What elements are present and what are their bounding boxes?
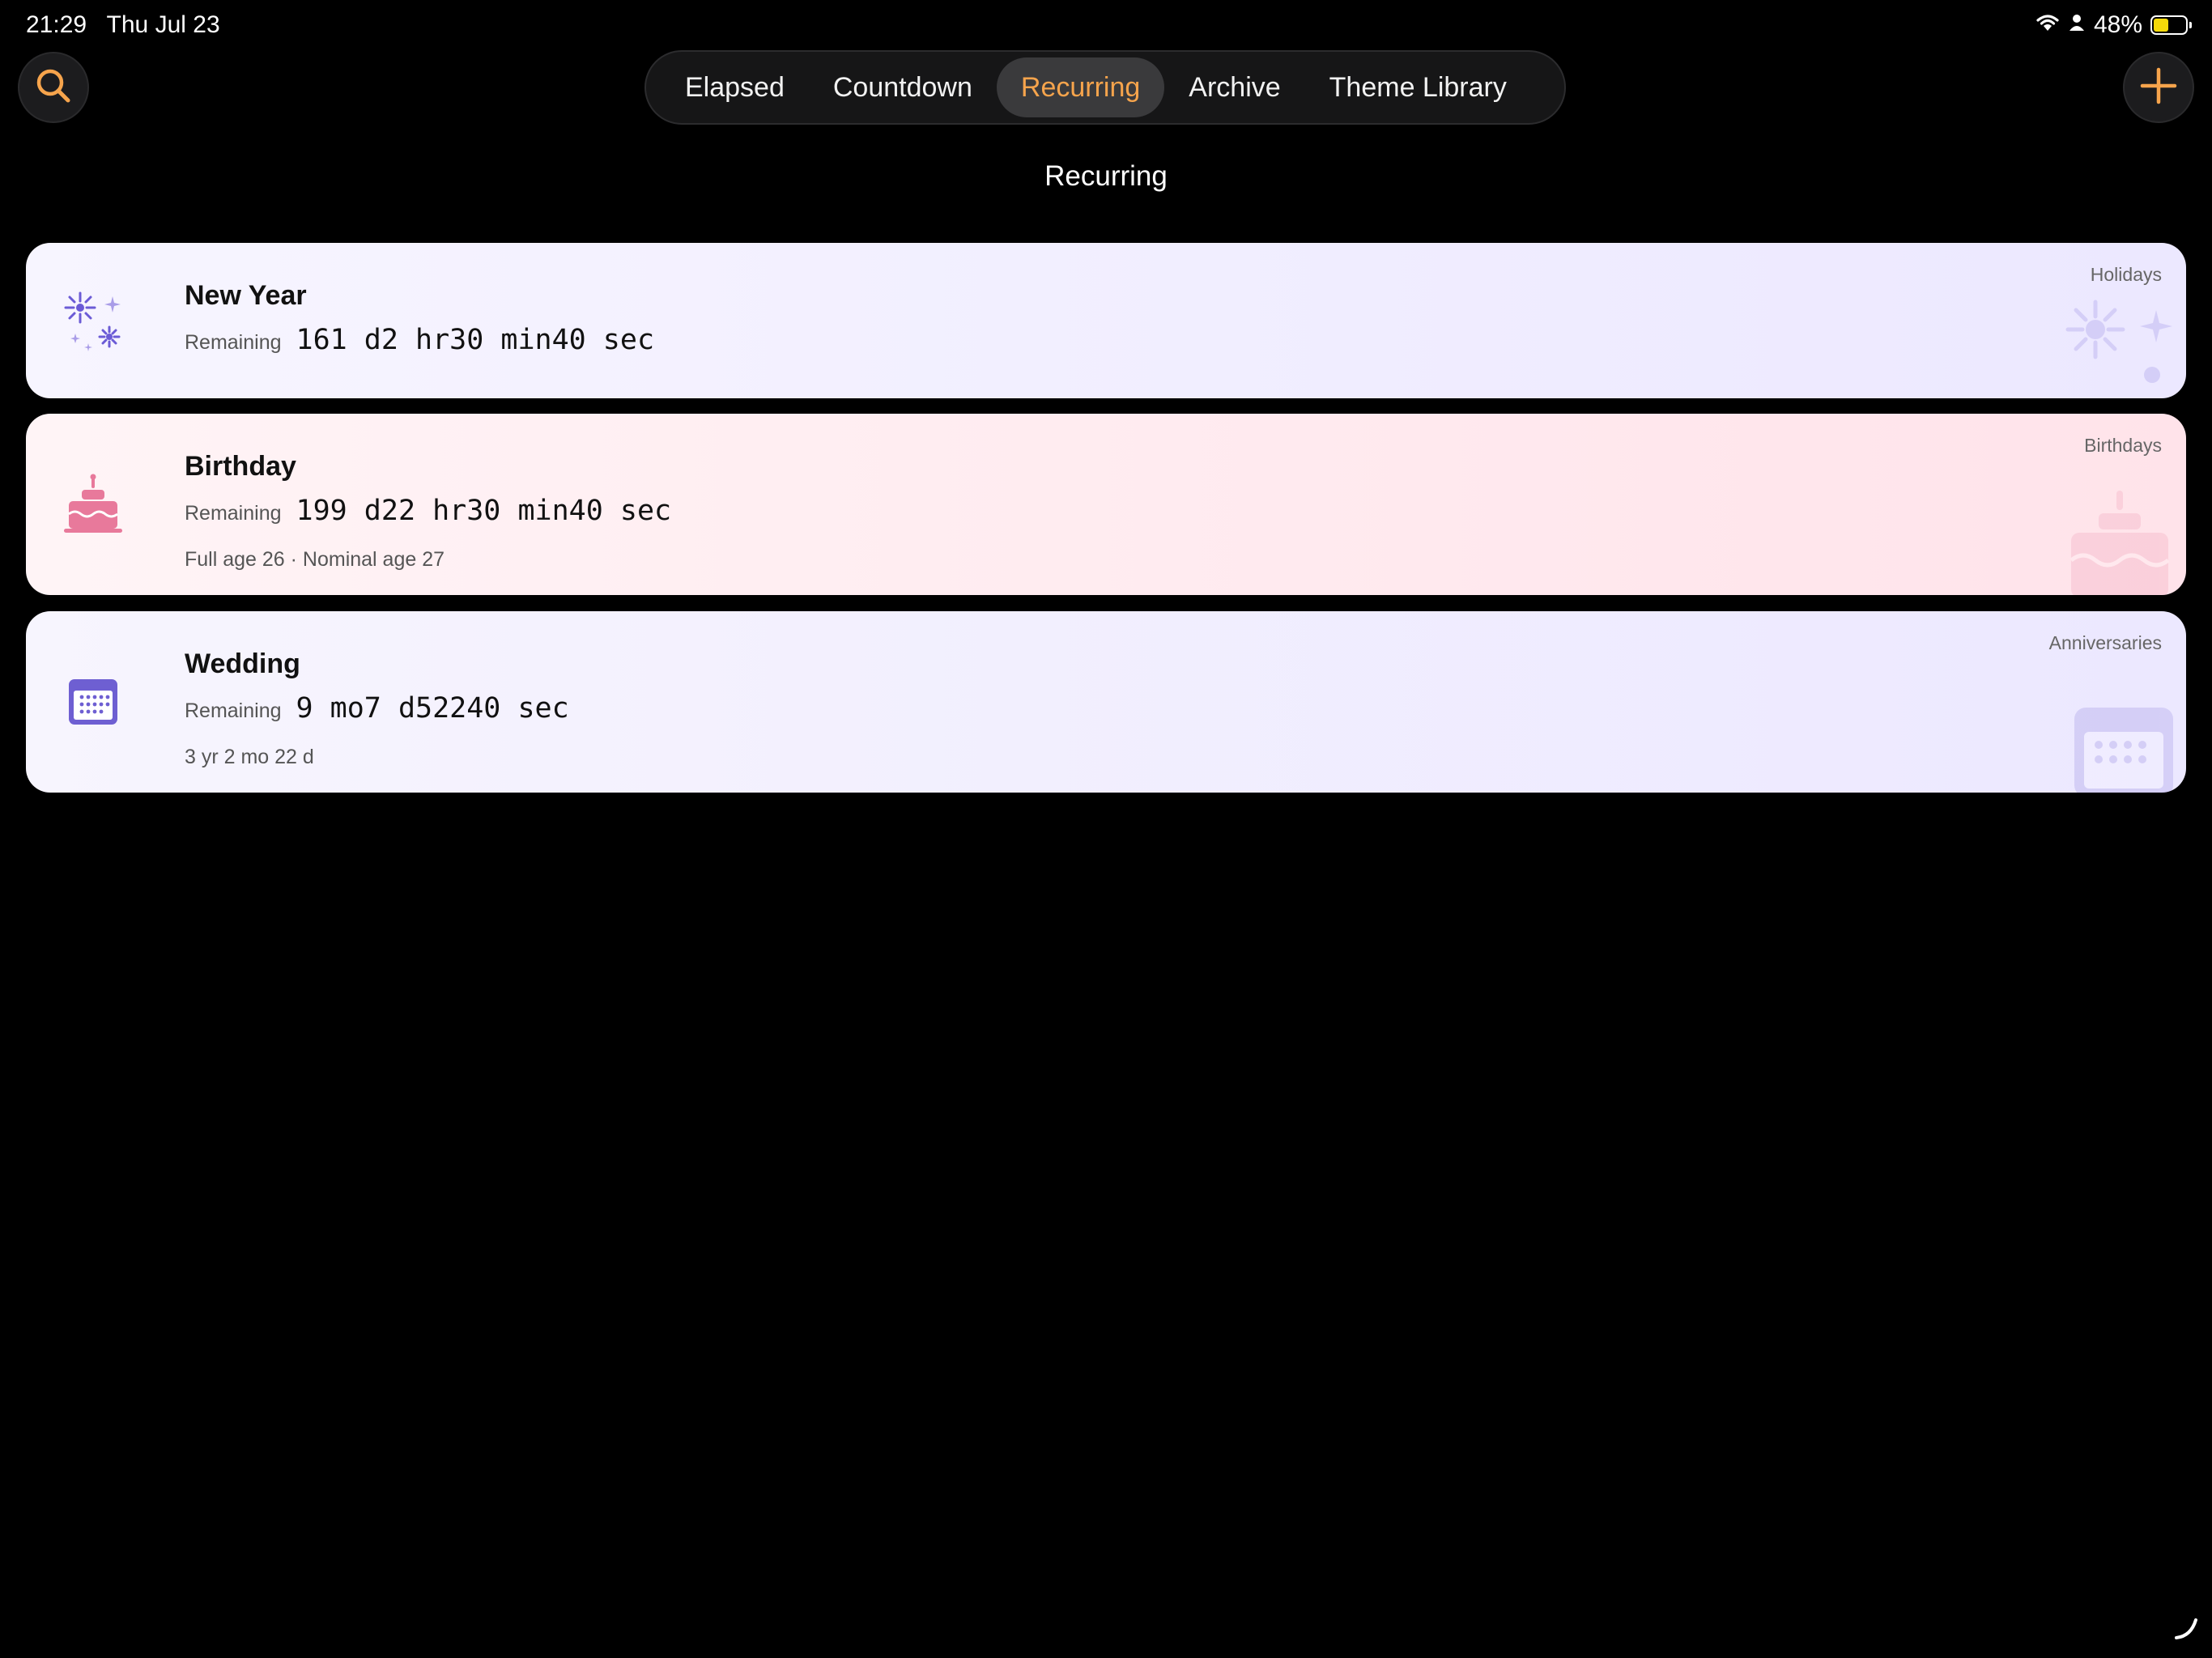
- battery-level: [2154, 19, 2168, 32]
- tab-theme-library[interactable]: Theme Library: [1305, 57, 1531, 117]
- tab-elapsed[interactable]: Elapsed: [661, 57, 809, 117]
- event-card-wedding[interactable]: Wedding Remaining 9 mo7 d52240 sec 3 yr …: [26, 611, 2186, 793]
- status-date: Thu Jul 23: [106, 11, 220, 38]
- tab-archive[interactable]: Archive: [1164, 57, 1304, 117]
- category-label: Holidays: [2090, 264, 2162, 285]
- remaining-label: Remaining: [185, 699, 282, 722]
- page-title: Recurring: [1044, 160, 1168, 192]
- event-name: Wedding: [185, 648, 300, 679]
- tab-bar: Elapsed Countdown Recurring Archive Theme Li…: [644, 50, 1566, 125]
- event-name: New Year: [185, 280, 307, 311]
- event-name: Birthday: [185, 451, 296, 482]
- remaining-row: Remaining 199 d22 hr30 min40 sec: [185, 495, 671, 527]
- age-details: Full age 26 · Nominal age 27: [185, 548, 445, 571]
- remaining-row: Remaining 161 d2 hr30 min40 sec: [185, 324, 654, 356]
- person-icon: [2068, 11, 2086, 39]
- remaining-label: Remaining: [185, 502, 282, 525]
- plus-icon: [2140, 67, 2177, 108]
- event-card-birthday[interactable]: Birthday Remaining 199 d22 hr30 min40 se…: [26, 414, 2186, 595]
- cake-icon: [58, 470, 128, 539]
- calendar-icon: [58, 667, 128, 737]
- add-button[interactable]: [2123, 52, 2194, 123]
- status-time-date: 21:29 Thu Jul 23: [26, 11, 220, 39]
- tab-recurring[interactable]: Recurring: [996, 57, 1165, 117]
- status-time: 21:29: [26, 11, 87, 38]
- tab-countdown[interactable]: Countdown: [809, 57, 997, 117]
- remaining-value: 161 d2 hr30 min40 sec: [296, 324, 655, 356]
- corner-gesture-icon: [2172, 1613, 2201, 1647]
- calendar-watermark-icon: [2071, 704, 2176, 793]
- battery-percent: 48%: [2093, 11, 2142, 38]
- fireworks-icon: [58, 286, 128, 355]
- remaining-value: 9 mo7 d52240 sec: [296, 692, 569, 725]
- category-label: Anniversaries: [2048, 632, 2162, 653]
- event-card-new-year[interactable]: New Year Remaining 161 d2 hr30 min40 sec…: [26, 243, 2186, 398]
- status-indicators: 48%: [2035, 11, 2192, 39]
- wifi-icon: [2035, 11, 2060, 39]
- remaining-value: 199 d22 hr30 min40 sec: [296, 495, 672, 527]
- category-label: Birthdays: [2084, 435, 2162, 456]
- search-button[interactable]: [18, 52, 89, 123]
- remaining-label: Remaining: [185, 331, 282, 354]
- duration-details: 3 yr 2 mo 22 d: [185, 746, 314, 768]
- battery-icon: [2150, 15, 2192, 35]
- cake-watermark-icon: [2063, 483, 2176, 595]
- fireworks-watermark-icon: [2055, 286, 2176, 398]
- remaining-row: Remaining 9 mo7 d52240 sec: [185, 692, 569, 725]
- search-icon: [34, 66, 73, 109]
